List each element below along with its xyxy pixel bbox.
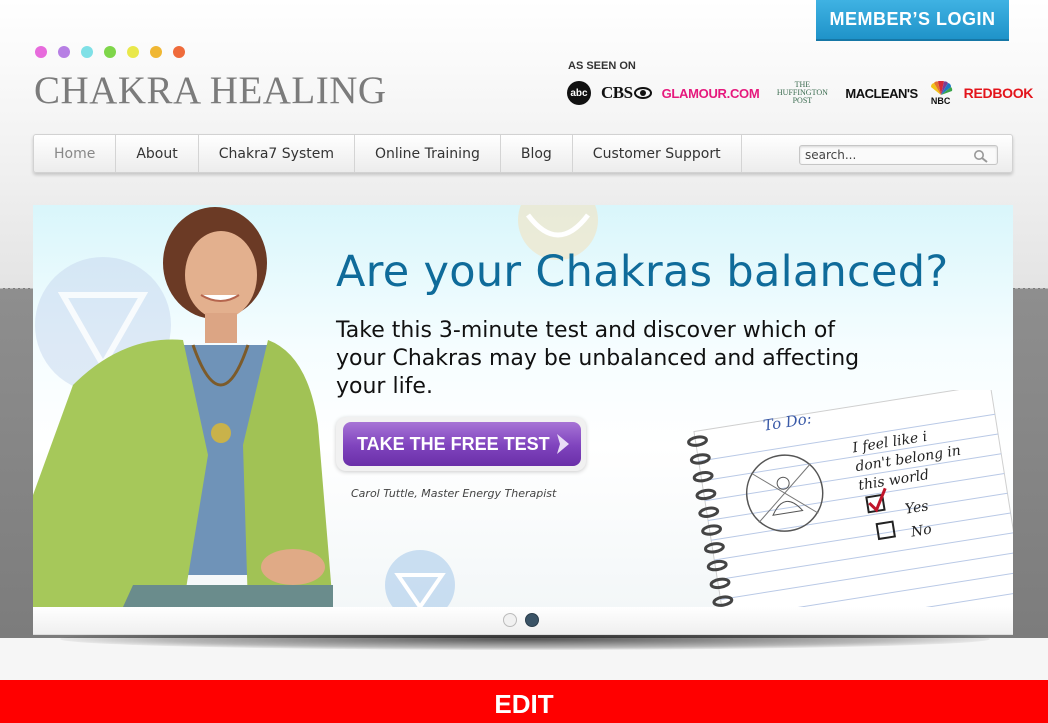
nav-item-about[interactable]: About <box>116 135 199 172</box>
logo-dot <box>58 46 70 58</box>
cbs-logo: CBS <box>601 83 652 103</box>
cta-frame: TAKE THE FREE TEST <box>336 417 586 471</box>
huffington-post-logo: THE HUFFINGTON POST <box>776 80 828 105</box>
take-free-test-label: TAKE THE FREE TEST <box>357 433 550 454</box>
notebook-illustration <box>687 390 1013 607</box>
cbs-eye-icon <box>633 87 652 99</box>
logo-dot <box>81 46 93 58</box>
site-logo[interactable]: CHAKRA HEALING <box>34 68 387 114</box>
slider-dot-1[interactable] <box>503 613 517 627</box>
slider-dot-2[interactable] <box>525 613 539 627</box>
macleans-logo: MACLEAN'S <box>845 85 918 101</box>
abc-logo: abc <box>567 81 591 105</box>
logo-dot <box>104 46 116 58</box>
nav-item-online-training[interactable]: Online Training <box>355 135 501 172</box>
search-box <box>799 145 998 165</box>
chakra-symbol-bottom-icon <box>385 550 455 607</box>
nav-item-chakra7-system[interactable]: Chakra7 System <box>199 135 355 172</box>
search-icon[interactable] <box>973 148 989 167</box>
media-logos: abc CBS GLAMOUR.COM THE HUFFINGTON POST MA… <box>567 79 1033 107</box>
edit-bar[interactable]: EDIT <box>0 680 1048 723</box>
nav-item-customer-support[interactable]: Customer Support <box>573 135 742 172</box>
logo-dots <box>35 46 185 58</box>
logo-dot <box>35 46 47 58</box>
search-input[interactable] <box>800 148 980 162</box>
hero-banner: Are your Chakras balanced? Take this 3-m… <box>33 205 1013 607</box>
nav-item-blog[interactable]: Blog <box>501 135 573 172</box>
redbook-logo: REDBOOK <box>963 85 1034 101</box>
logo-dot <box>173 46 185 58</box>
glamour-logo: GLAMOUR.COM <box>661 85 760 101</box>
logo-dot <box>127 46 139 58</box>
nbc-logo: NBC <box>928 80 954 106</box>
notebook-no-label: No <box>909 521 933 541</box>
hero-subtext: Take this 3-minute test and discover whi… <box>336 318 860 399</box>
take-free-test-button[interactable]: TAKE THE FREE TEST <box>343 422 581 466</box>
nav-item-home[interactable]: Home <box>34 135 117 172</box>
slider-pagination <box>503 613 539 627</box>
nbc-peacock-icon <box>930 80 952 95</box>
main-navigation: Home About Chakra7 System Online Trainin… <box>33 134 1013 173</box>
hero-headline: Are your Chakras balanced? <box>336 247 949 297</box>
hero-caption: Carol Tuttle, Master Energy Therapist <box>351 487 557 500</box>
member-login-button[interactable]: MEMBER’S LOGIN <box>816 0 1009 41</box>
as-seen-on-label: AS SEEN ON <box>568 60 636 72</box>
chevron-right-icon <box>557 434 569 454</box>
logo-dot <box>150 46 162 58</box>
carol-tuttle-photo <box>33 207 333 607</box>
